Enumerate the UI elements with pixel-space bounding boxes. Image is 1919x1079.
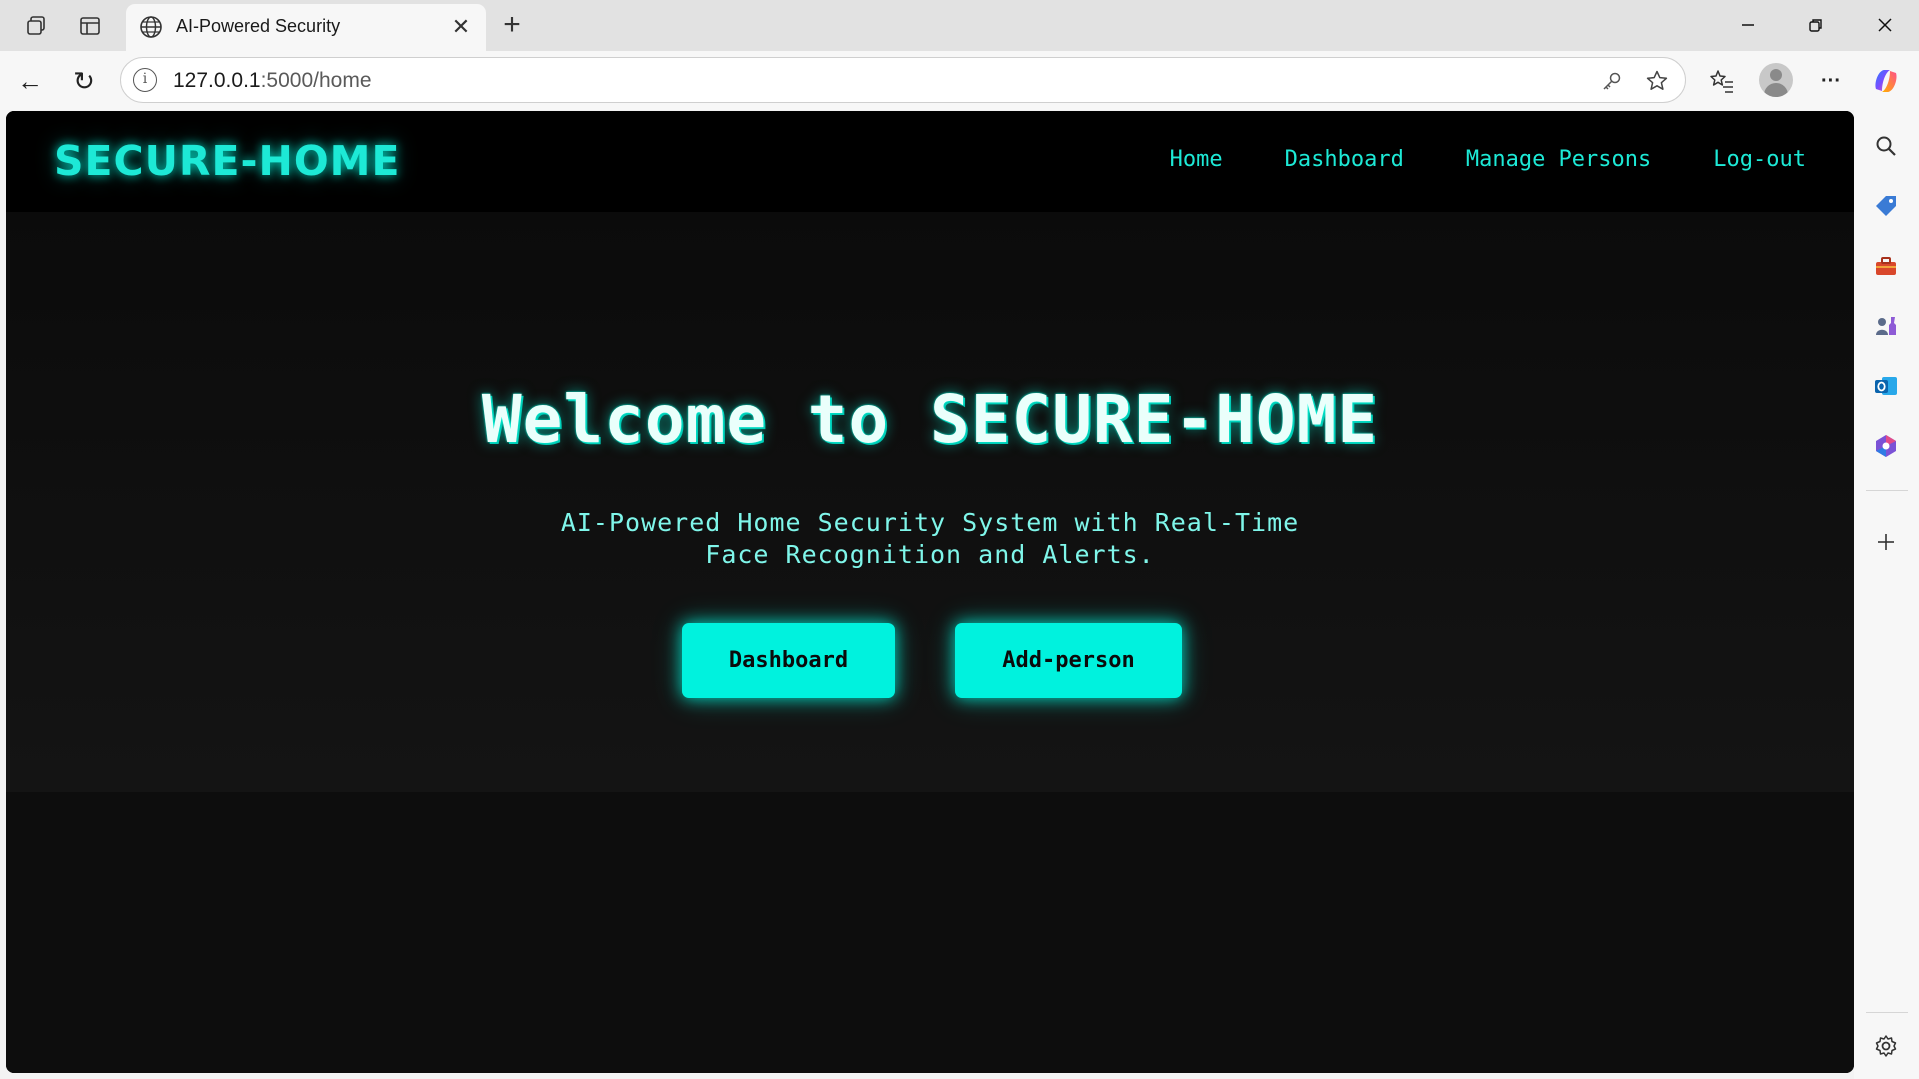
nav-logout-link[interactable]: Log-out: [1713, 147, 1806, 172]
nav-home-link[interactable]: Home: [1170, 147, 1223, 172]
globe-icon: [140, 16, 162, 38]
add-person-button[interactable]: Add-person: [955, 623, 1182, 698]
minimize-icon[interactable]: [1720, 8, 1776, 42]
favorites-list-icon[interactable]: [1704, 63, 1740, 99]
url-field[interactable]: i 127.0.0.1:5000/home: [120, 57, 1686, 103]
more-options-icon[interactable]: ···: [1813, 63, 1849, 99]
new-tab-icon[interactable]: +: [495, 8, 529, 42]
brand-logo[interactable]: SECURE-HOME: [54, 137, 401, 185]
restore-icon[interactable]: [1788, 8, 1844, 42]
add-icon[interactable]: [1870, 526, 1902, 558]
toolbox-icon[interactable]: [1870, 250, 1902, 282]
games-icon[interactable]: [1870, 310, 1902, 342]
address-bar-row: ← ↻ i 127.0.0.1:5000/home ···: [0, 51, 1919, 110]
url-text[interactable]: 127.0.0.1:5000/home: [173, 69, 372, 93]
site-navbar: SECURE-HOME Home Dashboard Manage Person…: [6, 111, 1854, 212]
back-icon[interactable]: ←: [12, 63, 48, 99]
hero-section: [6, 212, 1854, 792]
sidebar-separator: [1866, 1012, 1908, 1013]
nav-manage-persons-link[interactable]: Manage Persons: [1466, 147, 1651, 172]
site-info-icon[interactable]: i: [133, 68, 157, 92]
active-tab[interactable]: AI-Powered Security ✕: [126, 4, 486, 51]
tab-strip: AI-Powered Security ✕ +: [0, 0, 1919, 51]
m365-icon[interactable]: [1870, 430, 1902, 462]
lower-section: [6, 792, 1854, 1073]
nav-dashboard-link[interactable]: Dashboard: [1285, 147, 1404, 172]
shopping-tag-icon[interactable]: [1870, 190, 1902, 222]
edge-sidebar: [1854, 110, 1919, 1079]
close-tab-icon[interactable]: ✕: [446, 12, 476, 42]
outlook-icon[interactable]: [1870, 370, 1902, 402]
key-icon[interactable]: [1597, 66, 1627, 96]
reload-icon[interactable]: ↻: [66, 63, 102, 99]
sidebar-separator: [1866, 490, 1908, 491]
hero-title: Welcome to SECURE-HOME: [481, 381, 1379, 458]
vertical-tabs-icon[interactable]: [74, 10, 106, 42]
search-icon[interactable]: [1870, 130, 1902, 162]
window-close-icon[interactable]: [1857, 8, 1913, 42]
profile-avatar-icon[interactable]: [1759, 63, 1793, 97]
settings-icon[interactable]: [1870, 1030, 1902, 1062]
dashboard-button[interactable]: Dashboard: [682, 623, 895, 698]
page-viewport: SECURE-HOME Home Dashboard Manage Person…: [6, 111, 1854, 1073]
workspaces-icon[interactable]: [20, 10, 52, 42]
hero-subtitle: AI-Powered Home Security System with Rea…: [560, 508, 1300, 569]
tab-title: AI-Powered Security: [176, 16, 341, 36]
favorite-star-icon[interactable]: [1642, 66, 1672, 96]
copilot-icon[interactable]: [1868, 63, 1904, 99]
nav-links: Home Dashboard Manage Persons Log-out: [1170, 147, 1806, 172]
